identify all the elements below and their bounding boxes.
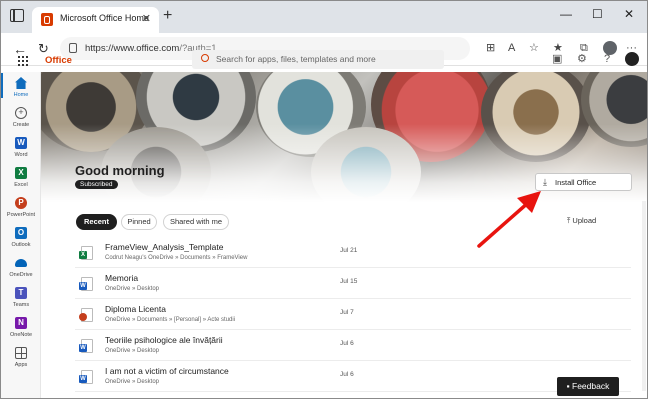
scrollbar[interactable] xyxy=(642,201,646,391)
maximize-button[interactable]: ☐ xyxy=(592,7,603,21)
pdf-file-icon xyxy=(79,308,93,322)
file-name: Memoria xyxy=(105,273,139,283)
teams-icon: T xyxy=(15,287,27,299)
file-path: OneDrive » Desktop xyxy=(105,379,160,385)
apps-icon xyxy=(15,347,27,359)
home-icon xyxy=(15,77,27,89)
office-favicon-icon xyxy=(41,13,53,26)
rail-item-onedrive[interactable]: OneDrive xyxy=(1,257,41,287)
install-office-label: Install Office xyxy=(555,178,597,187)
help-icon[interactable]: ? xyxy=(604,53,610,65)
file-name: I am not a victim of circumstance xyxy=(105,366,229,376)
powerpoint-icon: P xyxy=(15,197,27,209)
search-placeholder: Search for apps, files, templates and mo… xyxy=(216,54,376,64)
browser-tab[interactable]: Microsoft Office Home ✕ xyxy=(32,7,159,33)
word-file-icon: W xyxy=(79,339,93,353)
outlook-icon: O xyxy=(15,227,27,239)
file-name: Diploma Licenta xyxy=(105,304,166,314)
file-row[interactable]: W I am not a victim of circumstance OneD… xyxy=(75,362,631,392)
back-arrow-icon[interactable]: ← xyxy=(13,41,27,57)
title-bar: Microsoft Office Home ✕ + — ☐ ✕ xyxy=(1,1,647,33)
rail-item-outlook[interactable]: O Outlook xyxy=(1,227,41,257)
tab-close-icon[interactable]: ✕ xyxy=(142,12,151,25)
close-window-button[interactable]: ✕ xyxy=(624,7,634,21)
plus-icon: + xyxy=(15,107,27,119)
file-date: Jul 7 xyxy=(340,309,354,316)
rail-item-excel[interactable]: X Excel xyxy=(1,167,41,197)
rail-item-home[interactable]: Home xyxy=(1,77,41,107)
feedback-icon: ▪ xyxy=(566,381,570,391)
file-path: OneDrive » Documents » [Personal] » Acte… xyxy=(105,317,236,323)
greeting-title: Good morning xyxy=(75,163,165,178)
file-path: OneDrive » Desktop xyxy=(105,348,160,354)
excel-file-icon: X xyxy=(79,246,93,260)
app-launcher-icon[interactable] xyxy=(18,56,28,66)
search-box[interactable]: Search for apps, files, templates and mo… xyxy=(192,50,444,69)
rail-item-onenote[interactable]: N OneNote xyxy=(1,317,41,347)
file-name: FrameView_Analysis_Template xyxy=(105,242,224,252)
search-icon xyxy=(201,54,209,62)
rail-item-word[interactable]: W Word xyxy=(1,137,41,167)
my-day-icon[interactable]: ▣ xyxy=(552,53,562,65)
excel-icon: X xyxy=(15,167,27,179)
favorite-star-icon[interactable]: ☆ xyxy=(529,42,539,55)
word-file-icon: W xyxy=(79,277,93,291)
rail-item-powerpoint[interactable]: P PowerPoint xyxy=(1,197,41,227)
minimize-button[interactable]: — xyxy=(560,7,572,21)
file-date: Jul 21 xyxy=(340,247,358,254)
file-row[interactable]: W Memoria OneDrive » Desktop Jul 15 xyxy=(75,269,631,299)
file-name: Teoriile psihologice ale învățării xyxy=(105,335,223,345)
subscribed-badge: Subscribed xyxy=(75,180,118,189)
lock-icon xyxy=(69,43,77,53)
office-brand[interactable]: Office xyxy=(45,55,72,66)
file-date: Jul 15 xyxy=(340,278,358,285)
new-tab-button[interactable]: + xyxy=(163,7,172,25)
tab-recent[interactable]: Recent xyxy=(76,214,117,230)
upload-icon: ⤒ xyxy=(567,216,571,225)
word-icon: W xyxy=(15,137,27,149)
browser-window: Microsoft Office Home ✕ + — ☐ ✕ ← ↻ http… xyxy=(0,0,648,399)
rail-item-teams[interactable]: T Teams xyxy=(1,287,41,317)
file-row[interactable]: X FrameView_Analysis_Template Codrut Nea… xyxy=(75,238,631,268)
left-rail: Home + Create W Word X Excel P PowerPoin… xyxy=(1,72,41,398)
tab-actions-icon[interactable] xyxy=(10,9,24,22)
rail-item-create[interactable]: + Create xyxy=(1,107,41,137)
read-aloud-icon[interactable]: A xyxy=(508,42,515,55)
tab-pinned[interactable]: Pinned xyxy=(121,214,157,230)
app-available-icon[interactable]: ⊞ xyxy=(486,42,495,55)
file-date: Jul 6 xyxy=(340,371,354,378)
account-avatar[interactable] xyxy=(625,52,639,66)
feedback-button[interactable]: ▪ Feedback xyxy=(557,377,619,396)
tab-shared-with-me[interactable]: Shared with me xyxy=(163,214,229,230)
file-path: OneDrive » Desktop xyxy=(105,286,160,292)
word-file-icon: W xyxy=(79,370,93,384)
file-date: Jul 6 xyxy=(340,340,354,347)
file-row[interactable]: Diploma Licenta OneDrive » Documents » [… xyxy=(75,300,631,330)
upload-button[interactable]: ⤒ Upload xyxy=(567,216,596,226)
file-row[interactable]: W Teoriile psihologice ale învățării One… xyxy=(75,331,631,361)
settings-gear-icon[interactable]: ⚙ xyxy=(577,53,587,65)
onenote-icon: N xyxy=(15,317,27,329)
onedrive-icon xyxy=(15,259,27,267)
rail-item-apps[interactable]: Apps xyxy=(1,347,41,377)
file-path: Codrut Neagu's OneDrive » Documents » Fr… xyxy=(105,255,248,261)
tab-title: Microsoft Office Home xyxy=(60,13,149,23)
